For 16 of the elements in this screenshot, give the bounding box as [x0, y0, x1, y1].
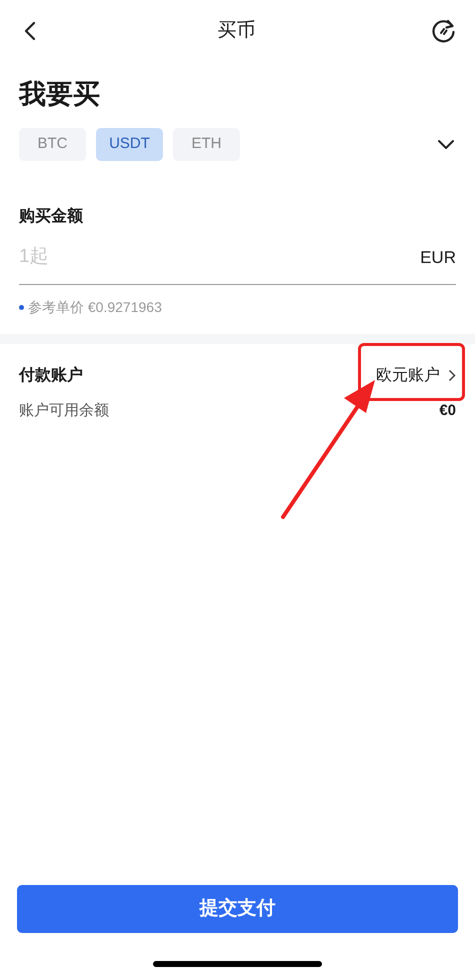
page-title: 买币 [218, 18, 256, 43]
balance-value: €0 [439, 400, 456, 420]
balance-label: 账户可用余额 [19, 400, 109, 420]
submit-button[interactable]: 提交支付 [17, 885, 458, 933]
payment-account-label: 付款账户 [19, 365, 83, 386]
amount-label: 购买金额 [19, 206, 84, 227]
currency-label: EUR [420, 246, 456, 268]
bullet-icon [19, 304, 24, 310]
coin-chip[interactable]: ETH [173, 128, 240, 161]
chevron-right-icon [448, 369, 456, 382]
account-selector[interactable]: 欧元账户 [376, 364, 456, 388]
coin-chip[interactable]: BTC [19, 128, 86, 161]
coin-chip[interactable]: USDT [96, 128, 163, 161]
section-heading: 我要买 [19, 78, 101, 111]
refresh-icon[interactable] [431, 18, 457, 44]
reference-price: 参考单价 €0.9271963 [28, 298, 162, 316]
